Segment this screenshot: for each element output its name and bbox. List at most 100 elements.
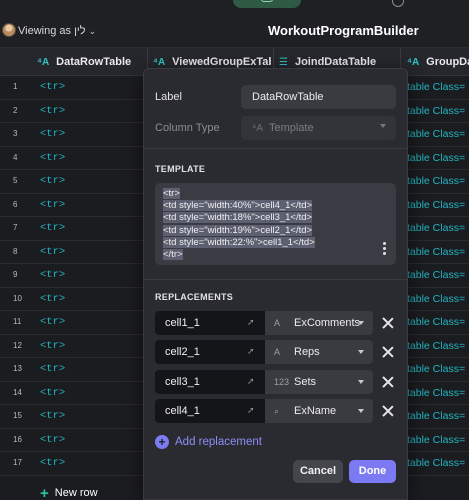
table-cell[interactable]: table Class= [407,387,465,399]
table-cell[interactable]: <tr> [40,128,65,140]
template-line: </tr> [163,249,183,261]
table-cell[interactable]: table Class= [407,340,465,352]
replacements-heading: REPLACEMENTS [155,292,234,302]
remove-replacement-icon[interactable] [381,316,395,330]
remove-replacement-icon[interactable] [381,345,395,359]
app-title: WorkoutProgramBuilder [268,23,419,38]
caret-down-icon [358,321,364,325]
template-heading: TEMPLATE [155,164,206,174]
row-number: 12 [13,340,22,350]
table-cell[interactable]: <tr> [40,81,65,93]
row-number: 6 [13,199,18,209]
replacement-row: cell4_1 ➚ ⌕ ExName [155,399,375,423]
table-cell[interactable]: table Class= [407,81,465,93]
table-cell[interactable]: <tr> [40,152,65,164]
row-number: 10 [13,293,22,303]
table-cell[interactable]: table Class= [407,152,465,164]
row-number: 9 [13,270,18,279]
row-number: 11 [13,317,22,326]
table-cell[interactable]: <tr> [40,340,65,352]
template-icon: ⁴A [252,123,263,134]
row-number: 14 [13,387,22,397]
list-icon: ☰ [279,56,288,68]
arrow-icon: ➚ [247,376,255,386]
done-button[interactable]: Done [349,460,396,483]
data-tab-icon [261,0,273,2]
table-cell[interactable]: table Class= [407,293,465,305]
template-line: <td style="width:18%">cell3_1</td> [163,212,313,224]
row-number: 13 [13,364,22,373]
table-cell[interactable]: <tr> [40,199,65,211]
table-cell[interactable]: table Class= [407,128,465,140]
table-cell[interactable]: table Class= [407,410,465,422]
viewing-as-selector[interactable]: Viewing as לין ⌄ [18,25,96,37]
remove-replacement-icon[interactable] [381,404,395,418]
plus-circle-icon: + [155,435,169,449]
arrow-icon: ➚ [247,317,255,327]
template-line: <td style="width:40%">cell4_1</td> [163,200,313,212]
table-cell[interactable]: table Class= [407,175,465,187]
column-type-select: ⁴A Template [241,116,396,140]
table-cell[interactable]: table Class= [407,199,465,211]
divider [144,148,407,149]
column-header-datarowtable[interactable]: ⁴A DataRowTable [37,48,143,76]
table-cell[interactable]: table Class= [407,222,465,234]
caret-down-icon [358,380,364,384]
table-cell[interactable]: table Class= [407,316,465,328]
column-type-caption: Column Type [155,122,220,134]
table-cell[interactable]: table Class= [407,105,465,117]
column-header-groupdata[interactable]: ⁴AGroupData [407,48,469,76]
replacement-value-select[interactable]: 123 Sets [265,370,373,394]
table-cell[interactable]: <tr> [40,387,65,399]
table-cell[interactable]: table Class= [407,269,465,281]
active-top-tab[interactable] [233,0,301,8]
template-icon: ⁴A [153,56,166,68]
cancel-button[interactable]: Cancel [293,460,343,483]
template-editor[interactable]: <tr> <td style="width:40%">cell4_1</td> … [155,183,396,265]
replacement-row: cell3_1 ➚ 123 Sets [155,370,375,394]
number-icon: 123 [274,377,290,387]
table-cell[interactable]: <tr> [40,269,65,281]
top-bar: Viewing as לין ⌄ WorkoutProgramBuilder [0,0,469,48]
add-replacement-button[interactable]: + Add replacement [155,435,262,449]
replacement-value-select[interactable]: A Reps [265,340,373,364]
row-number: 17 [13,458,22,467]
caret-down-icon [358,409,364,413]
label-input[interactable]: DataRowTable [241,85,396,109]
table-cell[interactable]: <tr> [40,410,65,422]
table-cell[interactable]: table Class= [407,363,465,375]
text-icon: A [274,318,281,328]
table-cell[interactable]: <tr> [40,105,65,117]
row-number: 16 [13,434,22,444]
table-cell[interactable]: table Class= [407,457,465,469]
replacement-value-select[interactable]: A ExComments [265,311,373,335]
plus-icon: + [40,485,49,500]
arrow-icon: ➚ [247,405,255,415]
row-number: 5 [13,176,18,185]
table-cell[interactable]: <tr> [40,316,65,328]
table-cell[interactable]: table Class= [407,434,465,446]
table-cell[interactable]: <tr> [40,457,65,469]
template-line: <td style="width:22:%">cell1_1</td> [163,236,315,248]
table-cell[interactable]: table Class= [407,246,465,258]
replacement-row: cell2_1 ➚ A Reps [155,340,375,364]
table-cell[interactable]: <tr> [40,175,65,187]
new-row-button[interactable]: + New row [40,485,98,500]
avatar[interactable] [2,23,16,37]
remove-replacement-icon[interactable] [381,375,395,389]
table-cell[interactable]: <tr> [40,293,65,305]
more-options-icon[interactable] [383,242,386,257]
replacement-value-select[interactable]: ⌕ ExName [265,399,373,423]
shield-icon[interactable] [392,0,404,7]
caret-down-icon [380,124,386,128]
text-icon: A [274,347,281,357]
table-cell[interactable]: <tr> [40,434,65,446]
table-cell[interactable]: <tr> [40,246,65,258]
row-number: 3 [13,129,18,138]
caret-down-icon [358,350,364,354]
template-icon: ⁴A [37,56,50,68]
table-cell[interactable]: <tr> [40,363,65,375]
lookup-icon: ⌕ [274,406,280,416]
template-icon: ⁴A [407,56,420,68]
table-cell[interactable]: <tr> [40,222,65,234]
